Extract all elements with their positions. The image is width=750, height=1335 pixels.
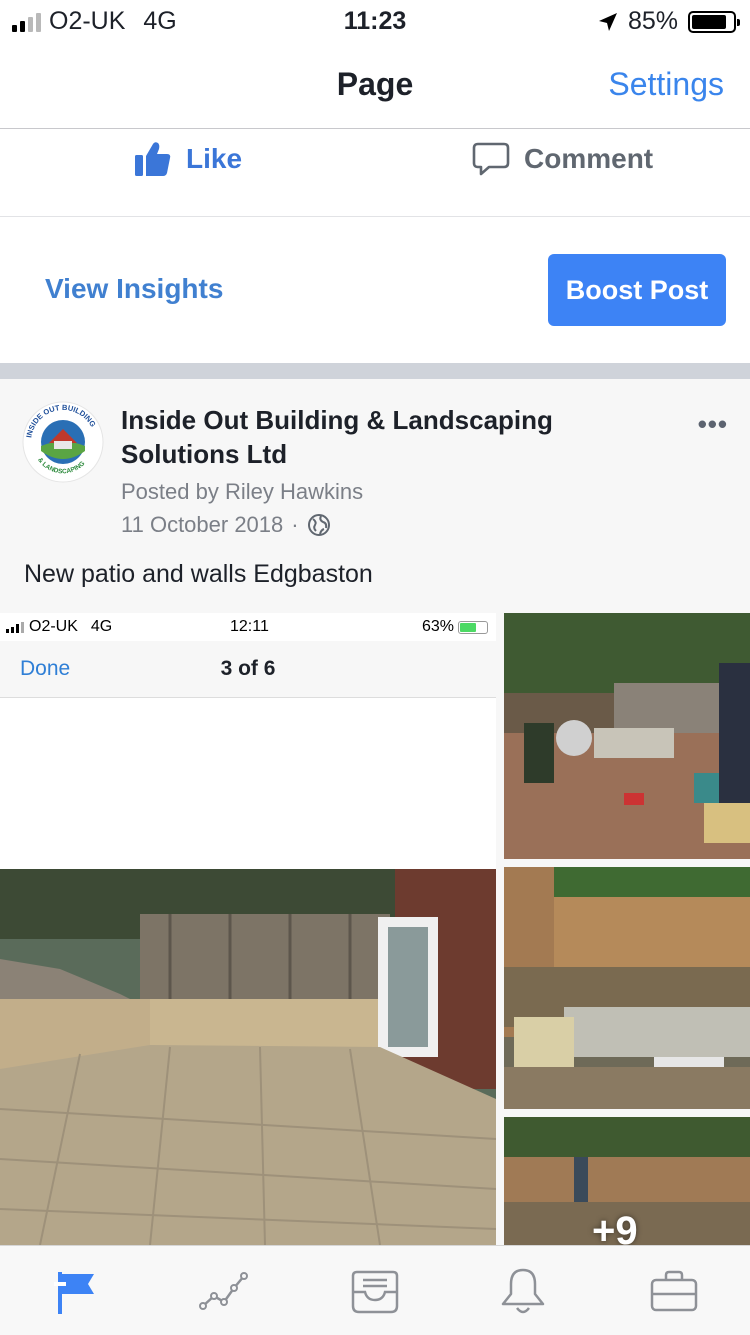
like-label: Like — [186, 143, 243, 174]
page-logo[interactable]: INSIDE OUT BUILDING & LANDSCAPING — [22, 401, 104, 483]
boost-post-button[interactable]: Boost Post — [548, 254, 726, 326]
embedded-status-bar: O2-UK 4G 12:11 63% — [0, 613, 496, 641]
embedded-battery-icon — [458, 620, 488, 634]
inbox-icon — [351, 1270, 399, 1314]
insights-graph-icon — [199, 1272, 248, 1310]
date-separator: · — [291, 512, 299, 537]
post-card: INSIDE OUT BUILDING & LANDSCAPING Inside… — [0, 379, 750, 1253]
building-site-photo — [504, 613, 750, 859]
more-options-button[interactable]: ••• — [698, 409, 728, 440]
like-button[interactable]: Like — [134, 141, 242, 177]
embedded-nav-bar: Done 3 of 6 — [0, 641, 496, 698]
comment-icon — [472, 142, 510, 176]
post-date-text: 11 October 2018 — [121, 512, 284, 537]
tab-notifications[interactable] — [497, 1266, 557, 1316]
photo-grid: O2-UK 4G 12:11 63% Done 3 of 6 +9 — [0, 613, 750, 1253]
tab-inbox[interactable] — [349, 1266, 409, 1316]
embedded-carrier: O2-UK — [29, 618, 78, 635]
thumbs-up-icon — [135, 142, 171, 176]
comment-label: Comment — [524, 143, 654, 174]
embedded-signal-icon — [6, 621, 24, 633]
post-actions-bar: Like Comment — [0, 129, 750, 217]
globe-icon — [307, 514, 330, 536]
bell-icon — [501, 1268, 545, 1314]
tab-page[interactable] — [46, 1266, 106, 1316]
tab-bar — [0, 1245, 750, 1335]
briefcase-icon — [650, 1270, 698, 1312]
garden-wall-photo — [504, 867, 750, 1109]
view-insights-link[interactable]: View Insights — [45, 273, 223, 305]
status-bar: O2-UK 4G 11:23 85% — [0, 0, 750, 40]
post-caption: New patio and walls Edgbaston — [24, 560, 373, 588]
embedded-counter: 3 of 6 — [220, 657, 276, 680]
thumbnail-photo-1[interactable] — [504, 613, 750, 859]
settings-button[interactable]: Settings — [608, 66, 724, 103]
tab-insights[interactable] — [198, 1266, 258, 1316]
navigation-bar: Page Settings — [0, 48, 750, 129]
posted-by-text: Posted by Riley Hawkins — [121, 479, 364, 504]
embedded-time: 12:11 — [230, 618, 269, 635]
tab-tools[interactable] — [648, 1266, 708, 1316]
page-name-link[interactable]: Inside Out Building & Landscaping Soluti… — [121, 403, 641, 471]
location-arrow-icon — [598, 12, 617, 31]
comment-button[interactable]: Comment — [472, 141, 653, 177]
section-divider — [0, 363, 750, 379]
embedded-battery-percent: 63% — [421, 618, 454, 635]
battery-icon — [688, 10, 740, 33]
main-photo[interactable]: O2-UK 4G 12:11 63% Done 3 of 6 — [0, 613, 496, 1245]
patio-photo — [0, 869, 496, 1245]
battery-percent: 85% — [627, 7, 678, 35]
embedded-network: 4G — [90, 618, 113, 635]
thumbnail-photo-2[interactable] — [504, 867, 750, 1109]
insights-row: View Insights Boost Post — [0, 217, 750, 363]
post-date[interactable]: 11 October 2018 · — [121, 512, 331, 538]
flag-icon — [54, 1272, 94, 1314]
